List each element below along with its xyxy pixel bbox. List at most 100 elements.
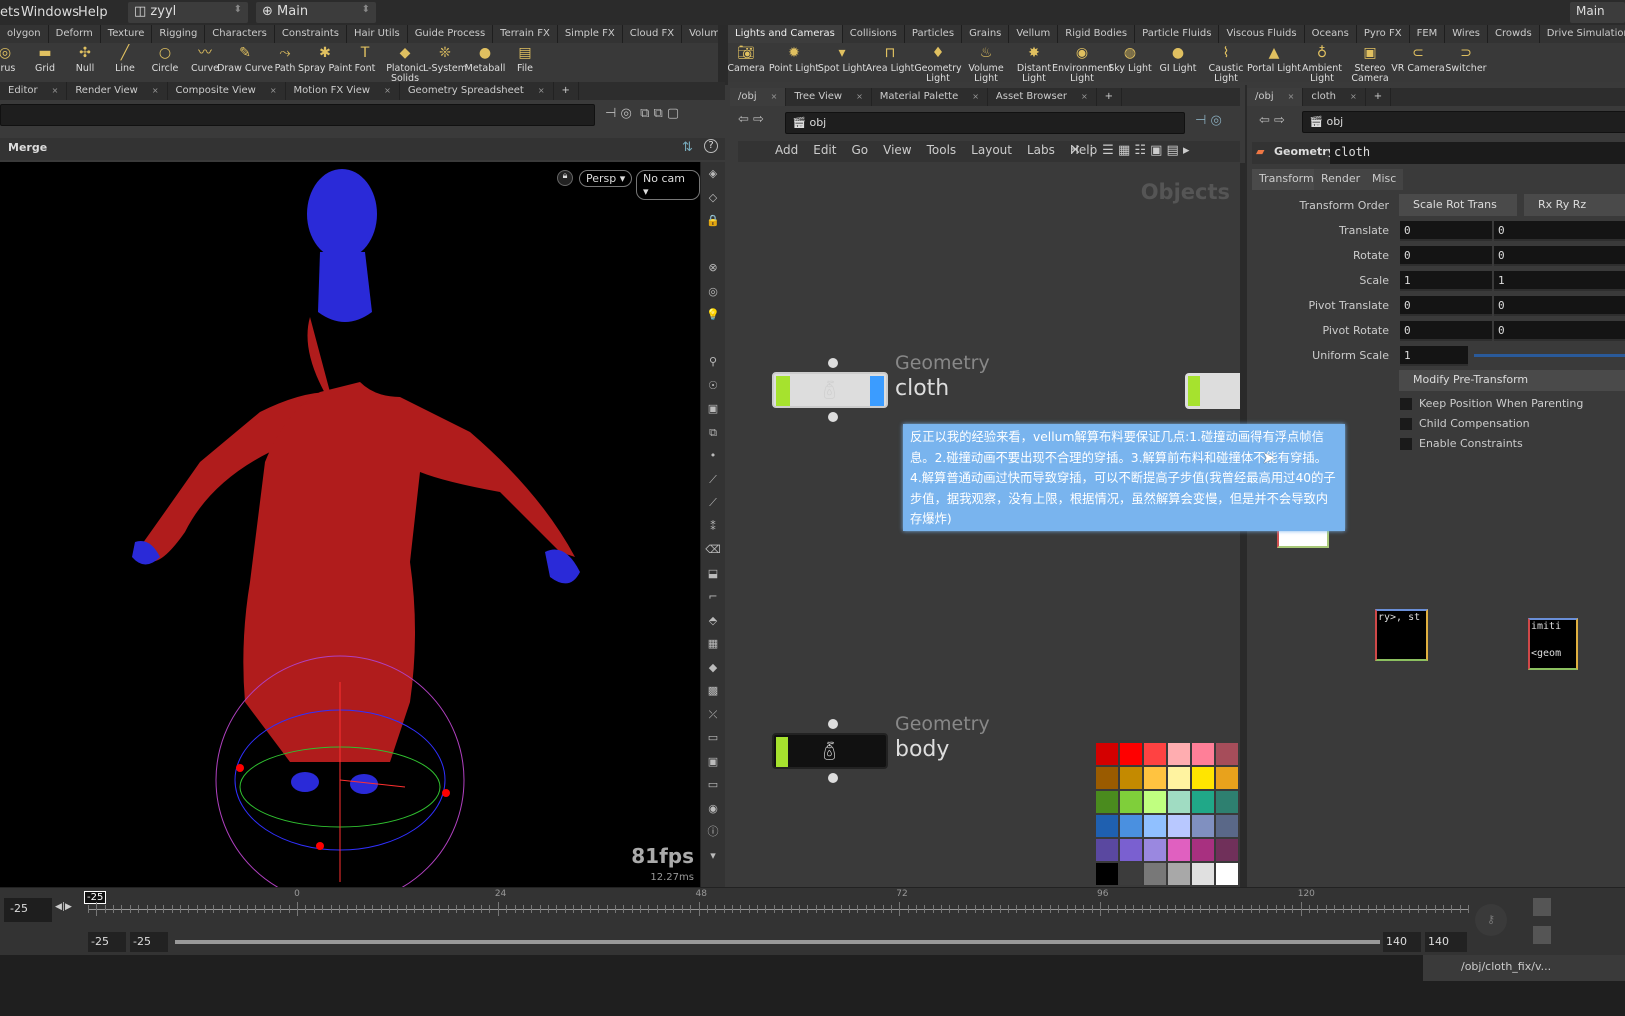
viewport-tool-icon[interactable]: ▾ [701,844,725,868]
color-swatch[interactable] [1192,839,1214,861]
viewer-path-field[interactable] [0,104,595,126]
color-swatch[interactable] [1216,863,1238,885]
rotate-order-menu[interactable]: Rx Ry Rz [1524,194,1625,216]
color-swatch[interactable] [1216,791,1238,813]
input-connector[interactable] [828,719,838,729]
current-frame-field[interactable]: -25 [4,898,52,922]
playback-end-field[interactable]: 140 [1383,932,1421,952]
viewport-tool-icon[interactable]: ⓘ [701,820,725,844]
tab--obj[interactable]: /obj × [1247,88,1304,106]
param-field-x[interactable]: 0 [1400,246,1492,266]
color-swatch[interactable] [1216,767,1238,789]
close-icon[interactable]: × [771,92,778,101]
viewport-tool-icon[interactable]: ◇ [701,186,725,210]
uniform-scale-field[interactable]: 1 [1400,346,1468,366]
tool-file[interactable]: ▤ File [495,43,555,74]
tab-editor[interactable]: Editor × [0,82,68,100]
key-icon[interactable]: ⚷ [1475,904,1507,936]
color-swatch[interactable] [1192,767,1214,789]
color-swatch[interactable] [1216,839,1238,861]
shelf-tab-simple-fx[interactable]: Simple FX [557,25,623,43]
viewport-tool-icon[interactable]: ⧉ [701,421,725,445]
playhead-marker[interactable]: -25 [84,891,107,904]
menu-add[interactable]: Add [775,143,798,160]
param-field-x[interactable]: 0 [1400,296,1492,316]
viewport-tool-icon[interactable]: ⟋ [701,468,725,492]
persp-menu[interactable]: Persp ▾ [579,170,633,187]
shelf-divider[interactable] [718,25,728,85]
color-swatch[interactable] [1096,863,1118,885]
viewport-tool-icon[interactable]: ︎ [701,327,725,351]
shelf-tab-wires[interactable]: Wires [1445,25,1488,43]
viewport-tool-icon[interactable]: ▩ [701,679,725,703]
viewport-tool-icon[interactable]: ☉ [701,374,725,398]
viewport-tool-icon[interactable]: • [701,444,725,468]
color-swatch[interactable] [1144,791,1166,813]
shelf-tab-viscous-fluids[interactable]: Viscous Fluids [1219,25,1305,43]
menu-labs[interactable]: Labs [1027,143,1055,160]
node-name-field[interactable]: cloth [1330,142,1625,164]
color-swatch[interactable] [1168,815,1190,837]
viewport-tool-icon[interactable]: ⁑ [701,515,725,539]
main-selector[interactable]: Main [1570,2,1625,23]
viewport-tool-icon[interactable]: ⟋ [701,491,725,515]
close-icon[interactable]: × [52,86,59,95]
param-field-y[interactable]: 0 [1494,321,1625,341]
timeline-ruler[interactable]: -25 0 24 48 72 96 120 [84,888,1469,928]
color-swatch[interactable] [1192,791,1214,813]
viewport-tool-icon[interactable]: ⌫ [701,538,725,562]
viewport-tool-icon[interactable]: ⤫ [701,703,725,727]
desktop-selector[interactable]: ◫ zyyl ⬍ [128,2,248,23]
color-swatch[interactable] [1120,863,1142,885]
lock-camera-icon[interactable]: 🔒︎ [557,170,573,186]
close-icon[interactable]: × [538,86,545,95]
tab-misc[interactable]: Misc [1365,169,1404,190]
shelf-tab-characters[interactable]: Characters [205,25,275,43]
color-swatch[interactable] [1216,743,1238,765]
tab-tree-view[interactable]: Tree View × [786,88,872,106]
input-connector[interactable] [828,358,838,368]
viewport-tool-icon[interactable]: ▣ [701,750,725,774]
output-connector[interactable] [828,412,838,422]
shelf-tab-rigging[interactable]: Rigging [152,25,206,43]
tool-switcher[interactable]: ⊃ Switcher [1436,43,1496,74]
node-partial[interactable] [1185,373,1240,409]
color-swatch[interactable] [1120,767,1142,789]
viewport-tool-icon[interactable]: ⊗ [701,256,725,280]
shelf-tab-oceans[interactable]: Oceans [1304,25,1357,43]
camera-menu[interactable]: No cam ▾ [636,170,700,200]
back-forward-icon[interactable]: ⇦ ⇨ [738,112,764,127]
sticky-note-1[interactable]: ry>, st [1375,609,1428,661]
color-swatch[interactable] [1168,863,1190,885]
viewport-tool-icon[interactable]: ⬓ [701,562,725,586]
tab-transform[interactable]: Transform [1252,169,1321,190]
graph-icon[interactable] [1533,926,1551,944]
checkbox[interactable] [1400,418,1412,430]
color-swatch[interactable] [1120,815,1142,837]
param-field-x[interactable]: 0 [1400,321,1492,341]
status-path-selector[interactable]: /obj/cloth_fix/v... [1423,955,1625,981]
color-swatch[interactable] [1120,839,1142,861]
viewport-tool-icon[interactable]: ⚲ [701,350,725,374]
viewport-tool-icon[interactable]: ◈ [701,162,725,186]
shelf-tab-grains[interactable]: Grains [962,25,1010,43]
menu-go[interactable]: Go [851,143,868,160]
checkbox[interactable] [1400,438,1412,450]
color-swatch[interactable] [1144,815,1166,837]
color-swatch[interactable] [1168,839,1190,861]
range-slider[interactable] [175,940,1380,944]
range-start-field[interactable]: -25 [88,932,126,952]
param-field-x[interactable]: 0 [1400,221,1492,241]
close-icon[interactable]: × [856,92,863,101]
color-swatch[interactable] [1144,839,1166,861]
viewport-tool-icon[interactable]: ︎ [701,233,725,257]
add-tab-button[interactable]: + [554,82,579,100]
viewport-tool-icon[interactable]: ⬘ [701,609,725,633]
close-icon[interactable]: × [152,86,159,95]
uniform-scale-slider[interactable] [1474,354,1625,357]
color-swatch[interactable] [1192,743,1214,765]
shelf-tab-terrain-fx[interactable]: Terrain FX [493,25,558,43]
partial-node-box[interactable] [1277,528,1329,548]
shelf-tab-guide-process[interactable]: Guide Process [407,25,494,43]
menu-layout[interactable]: Layout [971,143,1012,160]
